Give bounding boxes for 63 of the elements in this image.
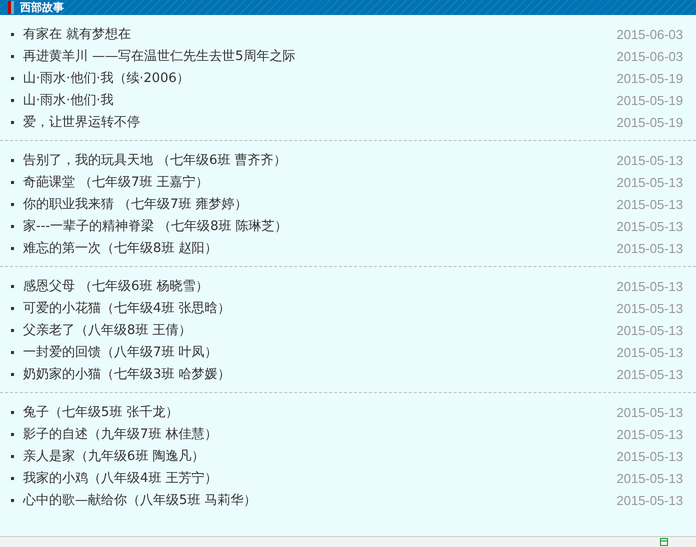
article-link[interactable]: 你的职业我来猜 （七年级7班 雍梦婷） [23, 195, 616, 213]
date-text: 2015-05-13 [616, 196, 683, 212]
bullet-icon [11, 246, 14, 250]
article-link[interactable]: 一封爱的回馈（八年级7班 叶凤） [23, 343, 616, 361]
bullet-icon [11, 180, 14, 184]
date-text: 2015-05-13 [616, 174, 683, 190]
date-text: 2015-05-19 [616, 70, 683, 86]
bullet-icon [11, 98, 14, 102]
bullet-icon [11, 454, 14, 458]
article-link[interactable]: 我家的小鸡（八年级4班 王芳宁） [23, 469, 616, 487]
article-link[interactable]: 难忘的第一次（七年级8班 赵阳） [23, 239, 616, 257]
bullet-icon [11, 350, 14, 354]
article-link[interactable]: 兔子（七年级5班 张千龙） [23, 403, 616, 421]
article-link[interactable]: 亲人是家（九年级6班 陶逸凡） [23, 447, 616, 465]
article-link[interactable]: 可爱的小花猫（七年级4班 张思晗） [23, 299, 616, 317]
bullet-icon [11, 224, 14, 228]
bullet-icon [11, 432, 14, 436]
bullet-icon [11, 306, 14, 310]
bullet-icon [11, 158, 14, 162]
bullet-icon [11, 476, 14, 480]
bullet-icon [11, 372, 14, 376]
date-text: 2015-05-13 [616, 322, 683, 338]
article-link[interactable]: 有家在 就有梦想在 [23, 25, 616, 43]
date-text: 2015-05-13 [616, 448, 683, 464]
bullet-icon [11, 202, 14, 206]
article-link[interactable]: 感恩父母 （七年级6班 杨晓雪） [23, 277, 616, 295]
date-text: 2015-05-19 [616, 114, 683, 130]
date-text: 2015-05-13 [616, 492, 683, 508]
bullet-icon [11, 120, 14, 124]
article-link[interactable]: 山·雨水·他们·我 [23, 91, 616, 109]
date-text: 2015-06-03 [616, 26, 683, 42]
date-text: 2015-05-13 [616, 152, 683, 168]
article-link[interactable]: 再进黄羊川 ——写在温世仁先生去世5周年之际 [23, 47, 616, 65]
bullet-icon [11, 498, 14, 502]
section-title: 西部故事 [20, 1, 64, 14]
article-link[interactable]: 心中的歌—献给你（八年级5班 马莉华） [23, 491, 616, 509]
date-text: 2015-05-13 [616, 404, 683, 420]
article-link[interactable]: 家---一辈子的精神脊梁 （七年级8班 陈琳芝） [23, 217, 616, 235]
date-text: 2015-05-13 [616, 470, 683, 486]
header-icon [8, 1, 14, 14]
bullet-icon [11, 76, 14, 80]
date-text: 2015-05-13 [616, 278, 683, 294]
date-text: 2015-06-03 [616, 48, 683, 64]
window-icon[interactable] [660, 538, 668, 546]
date-text: 2015-05-19 [616, 92, 683, 108]
date-text: 2015-05-13 [616, 344, 683, 360]
article-link[interactable]: 爱，让世界运转不停 [23, 113, 616, 131]
article-link[interactable]: 奇葩课堂 （七年级7班 王嘉宁） [23, 173, 616, 191]
date-text: 2015-05-13 [616, 426, 683, 442]
bullet-icon [11, 284, 14, 288]
article-link[interactable]: 奶奶家的小猫（七年级3班 哈梦媛） [23, 365, 616, 383]
article-link[interactable]: 山·雨水·他们·我（续·2006） [23, 69, 616, 87]
bullet-icon [11, 328, 14, 332]
article-link[interactable]: 影子的自述（九年级7班 林佳慧） [23, 425, 616, 443]
bullet-icon [11, 54, 14, 58]
date-text: 2015-05-13 [616, 300, 683, 316]
date-text: 2015-05-13 [616, 240, 683, 256]
article-link[interactable]: 父亲老了（八年级8班 王倩） [23, 321, 616, 339]
bullet-icon [11, 410, 14, 414]
date-text: 2015-05-13 [616, 218, 683, 234]
date-text: 2015-05-13 [616, 366, 683, 382]
bullet-icon [11, 32, 14, 36]
article-link[interactable]: 告别了，我的玩具天地 （七年级6班 曹齐齐） [23, 151, 616, 169]
